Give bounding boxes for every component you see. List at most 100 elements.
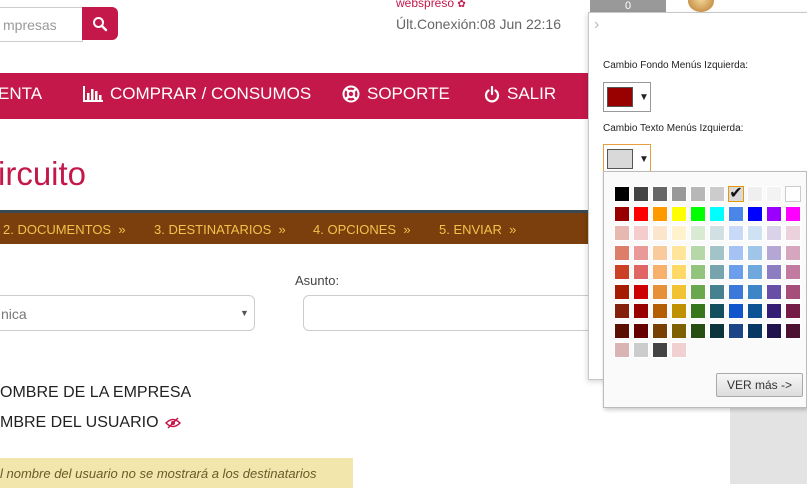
color-swatch[interactable] bbox=[766, 264, 782, 280]
color-swatch[interactable] bbox=[728, 264, 744, 280]
color-swatch[interactable] bbox=[652, 225, 668, 241]
color-swatch[interactable] bbox=[652, 322, 668, 339]
color-swatch[interactable] bbox=[614, 264, 630, 280]
step-documentos[interactable]: 2. DOCUMENTOS » bbox=[3, 222, 126, 237]
color-swatch[interactable] bbox=[728, 244, 744, 261]
color-swatch[interactable] bbox=[766, 303, 782, 319]
color-swatch[interactable] bbox=[690, 264, 706, 280]
color-swatch[interactable] bbox=[671, 283, 687, 300]
color-swatch[interactable] bbox=[633, 283, 649, 300]
search-button[interactable] bbox=[82, 7, 118, 40]
color-swatch[interactable] bbox=[785, 205, 801, 222]
color-swatch[interactable] bbox=[652, 342, 668, 358]
color-swatch[interactable] bbox=[671, 264, 687, 280]
color-swatch[interactable] bbox=[633, 322, 649, 339]
asunto-input[interactable] bbox=[303, 295, 603, 331]
color-swatch[interactable] bbox=[671, 186, 687, 202]
color-swatch[interactable]: ✔ bbox=[728, 186, 744, 202]
color-swatch[interactable] bbox=[766, 225, 782, 241]
nav-item-comprar[interactable]: COMPRAR / CONSUMOS bbox=[83, 84, 311, 104]
user-name-link[interactable]: webspreso ✿ bbox=[396, 0, 466, 10]
color-swatch[interactable] bbox=[652, 205, 668, 222]
color-swatch[interactable] bbox=[614, 322, 630, 339]
search-input[interactable]: mpresas bbox=[0, 7, 83, 42]
color-swatch[interactable] bbox=[633, 244, 649, 261]
color-swatch[interactable] bbox=[747, 205, 763, 222]
color-swatch[interactable] bbox=[614, 186, 630, 202]
color-swatch[interactable] bbox=[709, 264, 725, 280]
color-swatch[interactable] bbox=[690, 186, 706, 202]
color-swatch[interactable] bbox=[652, 283, 668, 300]
color-swatch[interactable] bbox=[766, 322, 782, 339]
gear-icon[interactable]: ✿ bbox=[457, 0, 465, 10]
color-swatch[interactable] bbox=[671, 322, 687, 339]
color-swatch[interactable] bbox=[652, 264, 668, 280]
color-swatch[interactable] bbox=[747, 303, 763, 319]
color-swatch[interactable] bbox=[671, 244, 687, 261]
color-swatch[interactable] bbox=[671, 342, 687, 358]
avatar[interactable] bbox=[688, 0, 714, 12]
color-swatch[interactable] bbox=[747, 283, 763, 300]
color-swatch[interactable] bbox=[785, 225, 801, 241]
color-swatch[interactable] bbox=[785, 322, 801, 339]
color-swatch[interactable] bbox=[709, 283, 725, 300]
color-swatch[interactable] bbox=[633, 342, 649, 358]
color-swatch[interactable] bbox=[671, 303, 687, 319]
company-name-option[interactable]: OMBRE DE LA EMPRESA bbox=[0, 384, 191, 402]
color-swatch[interactable] bbox=[671, 225, 687, 241]
step-opciones[interactable]: 4. OPCIONES » bbox=[313, 222, 411, 237]
color-swatch[interactable] bbox=[652, 303, 668, 319]
color-swatch[interactable] bbox=[709, 186, 725, 202]
color-swatch[interactable] bbox=[728, 283, 744, 300]
color-swatch[interactable] bbox=[614, 283, 630, 300]
color-swatch[interactable] bbox=[614, 303, 630, 319]
color-swatch[interactable] bbox=[633, 225, 649, 241]
color-swatch[interactable] bbox=[614, 225, 630, 241]
more-colors-button[interactable]: VER más -> bbox=[716, 373, 803, 397]
color-swatch[interactable] bbox=[633, 186, 649, 202]
type-select[interactable]: nica bbox=[0, 295, 255, 331]
color-swatch[interactable] bbox=[633, 205, 649, 222]
user-name-option[interactable]: MBRE DEL USUARIO bbox=[0, 414, 181, 432]
nav-item-salir[interactable]: SALIR bbox=[484, 84, 556, 104]
color-swatch[interactable] bbox=[690, 283, 706, 300]
color-swatch[interactable] bbox=[690, 303, 706, 319]
color-swatch[interactable] bbox=[690, 225, 706, 241]
color-swatch[interactable] bbox=[766, 186, 782, 202]
color-swatch[interactable] bbox=[709, 244, 725, 261]
color-swatch[interactable] bbox=[709, 322, 725, 339]
color-swatch[interactable] bbox=[728, 225, 744, 241]
color-swatch[interactable] bbox=[766, 205, 782, 222]
chevron-right-icon[interactable]: › bbox=[594, 16, 599, 34]
text-color-picker[interactable]: ▼ bbox=[603, 144, 651, 174]
step-enviar[interactable]: 5. ENVIAR » bbox=[439, 222, 516, 237]
color-swatch[interactable] bbox=[785, 264, 801, 280]
color-swatch[interactable] bbox=[671, 205, 687, 222]
color-swatch[interactable] bbox=[690, 244, 706, 261]
step-destinatarios[interactable]: 3. DESTINATARIOS » bbox=[154, 222, 286, 237]
nav-item-soporte[interactable]: SOPORTE bbox=[342, 84, 450, 104]
color-swatch[interactable] bbox=[652, 186, 668, 202]
color-swatch[interactable] bbox=[747, 264, 763, 280]
color-swatch[interactable] bbox=[785, 186, 801, 202]
color-swatch[interactable] bbox=[785, 303, 801, 319]
color-swatch[interactable] bbox=[747, 186, 763, 202]
color-swatch[interactable] bbox=[766, 244, 782, 261]
bg-color-picker[interactable]: ▼ bbox=[603, 82, 651, 112]
color-swatch[interactable] bbox=[785, 244, 801, 261]
color-swatch[interactable] bbox=[709, 225, 725, 241]
color-swatch[interactable] bbox=[747, 322, 763, 339]
color-swatch[interactable] bbox=[614, 244, 630, 261]
color-swatch[interactable] bbox=[785, 283, 801, 300]
color-swatch[interactable] bbox=[766, 283, 782, 300]
color-swatch[interactable] bbox=[633, 264, 649, 280]
nav-item-cuenta[interactable]: ENTA bbox=[0, 84, 42, 104]
color-swatch[interactable] bbox=[633, 303, 649, 319]
color-swatch[interactable] bbox=[690, 322, 706, 339]
color-swatch[interactable] bbox=[728, 205, 744, 222]
color-swatch[interactable] bbox=[728, 322, 744, 339]
color-swatch[interactable] bbox=[614, 342, 630, 358]
color-swatch[interactable] bbox=[728, 303, 744, 319]
color-swatch[interactable] bbox=[709, 303, 725, 319]
color-swatch[interactable] bbox=[690, 205, 706, 222]
